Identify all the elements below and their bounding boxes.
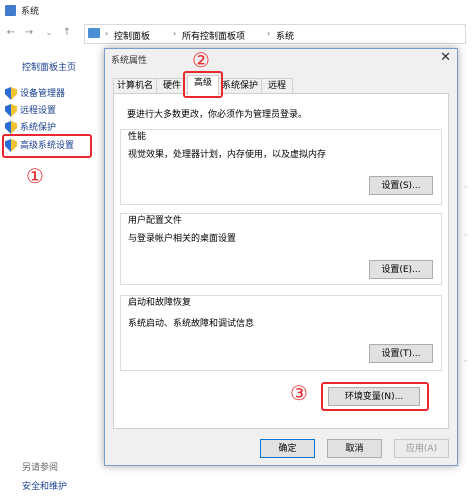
shield-icon — [5, 121, 17, 134]
startup-recovery-settings-button[interactable]: 设置(T)... — [369, 344, 433, 363]
tick-mark-icon: - — [464, 230, 467, 239]
tab-system-protection[interactable]: 系统保护 — [218, 78, 262, 94]
user-profiles-group: 用户配置文件 与登录帐户相关的桌面设置 设置(E)... — [120, 213, 442, 285]
user-profiles-settings-button[interactable]: 设置(E)... — [369, 260, 433, 279]
breadcrumb-all-items[interactable]: 所有控制面板项 — [182, 29, 245, 42]
sidebar-item-device-manager[interactable]: 设备管理器 — [5, 86, 65, 102]
annotation-box-3 — [321, 382, 429, 411]
address-bar-row: ← → ⌄ ↑ › 控制面板 › 所有控制面板项 › 系统 — [0, 22, 474, 46]
back-arrow-icon[interactable]: ← — [4, 26, 18, 40]
group-description: 与登录帐户相关的桌面设置 — [128, 234, 237, 244]
sidebar-item-label: 远程设置 — [20, 106, 57, 116]
left-nav-pane: 控制面板主页 设备管理器 远程设置 系统保护 高级系统设置 另请参阅 安全和维护 — [0, 46, 106, 499]
tick-mark-icon: - — [464, 182, 467, 191]
annotation-number-3: ③ — [290, 381, 308, 405]
annotation-number-2: ② — [192, 48, 210, 72]
breadcrumb-system[interactable]: 系统 — [276, 29, 294, 42]
breadcrumb-separator-icon: › — [105, 29, 109, 38]
annotation-number-1: ① — [26, 164, 44, 188]
shield-icon — [5, 87, 17, 100]
breadcrumb-separator-icon: › — [173, 29, 177, 38]
tab-computer-name[interactable]: 计算机名 — [113, 78, 157, 94]
forward-arrow-icon[interactable]: → — [22, 26, 36, 40]
see-also-heading: 另请参阅 — [22, 463, 59, 473]
window-title: 系统 — [21, 7, 40, 17]
sidebar-item-label: 系统保护 — [20, 123, 57, 133]
group-description: 系统启动、系统故障和调试信息 — [128, 319, 255, 329]
group-description: 视觉效果，处理器计划，内存使用，以及虚拟内存 — [128, 150, 327, 160]
sidebar-item-label: 设备管理器 — [20, 89, 66, 99]
admin-note: 要进行大多数更改，你必须作为管理员登录。 — [127, 110, 308, 120]
tab-remote[interactable]: 远程 — [261, 78, 293, 94]
startup-recovery-group: 启动和故障恢复 系统启动、系统故障和调试信息 设置(T)... — [120, 295, 442, 371]
sidebar-item-remote-settings[interactable]: 远程设置 — [5, 103, 56, 119]
performance-settings-button[interactable]: 设置(S)... — [369, 176, 433, 195]
group-title: 启动和故障恢复 — [128, 298, 192, 308]
tab-advanced[interactable]: 高级 — [187, 75, 219, 95]
address-box[interactable]: › 控制面板 › 所有控制面板项 › 系统 — [84, 24, 466, 44]
breadcrumb-separator-icon: › — [267, 29, 271, 38]
control-panel-icon — [88, 28, 100, 38]
annotation-box-1 — [2, 134, 92, 158]
shield-icon — [5, 104, 17, 117]
cancel-button[interactable]: 取消 — [327, 439, 382, 458]
breadcrumb-control-panel[interactable]: 控制面板 — [114, 29, 150, 42]
recent-dropdown-icon[interactable]: ⌄ — [42, 26, 56, 40]
up-arrow-icon[interactable]: ↑ — [60, 26, 74, 40]
control-panel-home-link[interactable]: 控制面板主页 — [22, 60, 76, 73]
security-maintenance-link[interactable]: 安全和维护 — [22, 479, 67, 492]
dialog-title: 系统属性 — [111, 56, 148, 66]
group-title: 性能 — [128, 132, 147, 142]
group-title: 用户配置文件 — [128, 216, 183, 226]
window-right-edge: - - - — [458, 48, 474, 468]
close-icon[interactable]: ✕ — [440, 50, 451, 65]
performance-group: 性能 视觉效果，处理器计划，内存使用，以及虚拟内存 设置(S)... — [120, 129, 442, 205]
ok-button[interactable]: 确定 — [260, 439, 315, 458]
window-titlebar: 系统 — [0, 0, 474, 22]
tick-mark-icon: - — [464, 356, 467, 365]
system-window-icon — [5, 5, 16, 16]
apply-button[interactable]: 应用(A) — [394, 439, 449, 458]
